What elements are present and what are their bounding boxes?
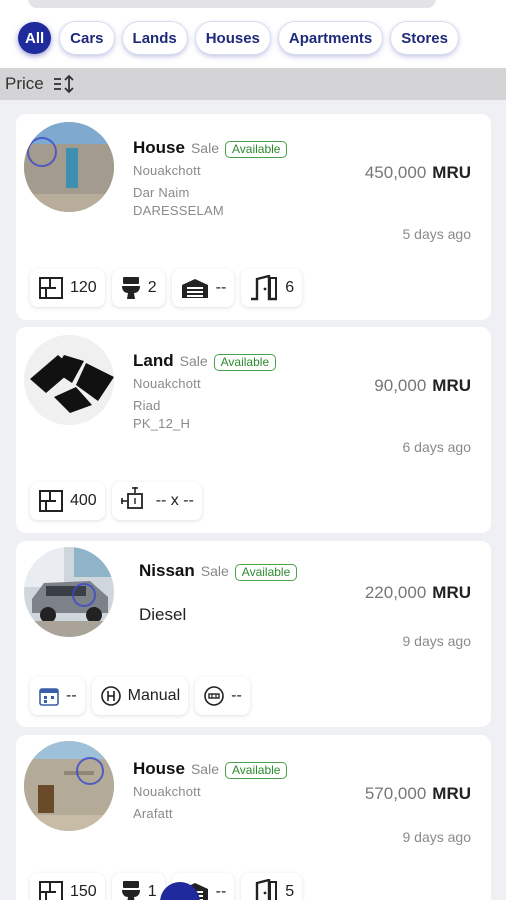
listing-area: DARESSELAM — [133, 203, 224, 218]
price-currency: MRU — [432, 583, 471, 602]
toilet-icon — [120, 276, 142, 300]
status-badge: Available — [225, 141, 288, 158]
listing-price: 220,000 MRU — [365, 583, 471, 603]
listing-card[interactable]: House Sale Available Nouakchott Arafatt … — [16, 735, 491, 900]
feature-value: 1 — [147, 883, 157, 900]
feature-value: 6 — [285, 279, 295, 296]
door-icon — [249, 879, 279, 900]
listing-photo — [24, 122, 114, 212]
listing-photo — [24, 547, 114, 637]
feature-row: -- Manual -- — [30, 677, 250, 715]
filter-chip-apartments[interactable]: Apartments — [278, 22, 383, 54]
feature-row: 120 2 -- 6 — [30, 269, 303, 307]
feature-toilets: 1 — [111, 873, 165, 900]
listing-photo — [24, 741, 114, 831]
dimensions-icon — [120, 486, 150, 516]
price-amount: 570,000 — [364, 784, 427, 803]
feature-rooms: 5 — [241, 873, 303, 900]
floor-plan-icon — [38, 276, 64, 300]
listing-deal-type: Sale — [179, 353, 208, 369]
listing-price: 90,000 MRU — [374, 376, 471, 396]
listing-deal-type: Sale — [190, 761, 219, 777]
listing-photo — [24, 335, 114, 425]
price-currency: MRU — [432, 784, 471, 803]
status-badge: Available — [213, 354, 277, 371]
sort-icon[interactable] — [52, 74, 76, 94]
feature-rooms: 6 — [241, 269, 303, 307]
filter-chip-stores[interactable]: Stores — [391, 22, 458, 54]
status-badge: Available — [225, 762, 288, 779]
feature-year: -- — [30, 677, 85, 715]
feature-area: 400 — [30, 482, 105, 520]
listing-deal-type: Sale — [190, 140, 219, 156]
feature-value: -- — [231, 687, 242, 704]
floor-plan-icon — [38, 489, 64, 513]
feature-dimensions: -- x -- — [111, 482, 202, 520]
feature-mileage: -- — [195, 677, 250, 715]
price-currency: MRU — [432, 376, 471, 395]
listing-district: Dar Naim — [133, 185, 190, 200]
fuel-type: Diesel — [139, 605, 187, 624]
calendar-icon — [38, 685, 60, 707]
posted-time: 9 days ago — [402, 829, 472, 845]
feature-value: 5 — [285, 883, 295, 900]
listing-price: 570,000 MRU — [365, 784, 471, 804]
status-badge: Available — [234, 564, 298, 581]
top-bar: All Cars Lands Houses Apartments Stores — [0, 0, 506, 68]
listing-district: Riad — [133, 398, 161, 413]
price-amount: 450,000 — [364, 163, 427, 182]
posted-time: 5 days ago — [402, 226, 472, 242]
feature-value: 400 — [70, 492, 97, 509]
listing-area: PK_12_H — [133, 416, 191, 431]
feature-value: 120 — [70, 279, 97, 296]
listing-card[interactable]: Nissan Sale Available Diesel 220,000 MRU … — [16, 541, 491, 727]
sort-bar[interactable]: Price — [0, 68, 506, 100]
door-icon — [249, 275, 279, 301]
feature-value: -- — [66, 687, 77, 704]
filter-chip-cars[interactable]: Cars — [60, 22, 114, 54]
feature-value: -- — [215, 883, 227, 900]
garage-icon — [180, 277, 210, 299]
feature-garage: -- — [171, 269, 235, 307]
feature-value: 150 — [70, 883, 97, 900]
price-currency: MRU — [432, 163, 471, 182]
listing-title: House — [133, 138, 185, 157]
odometer-icon — [203, 685, 225, 707]
listing-card[interactable]: Land Sale Available Nouakchott Riad PK_1… — [16, 327, 491, 533]
filter-chip-houses[interactable]: Houses — [195, 22, 270, 54]
listing-deal-type: Sale — [200, 563, 229, 579]
listing-city: Nouakchott — [133, 376, 201, 391]
feature-area: 120 — [30, 269, 105, 307]
feature-value: -- — [215, 279, 227, 296]
feature-value: -- x -- — [155, 492, 194, 509]
listing-city: Nouakchott — [133, 163, 201, 178]
feature-toilets: 2 — [111, 269, 165, 307]
feature-area: 150 — [30, 873, 105, 900]
sort-label: Price — [5, 74, 44, 93]
filter-chip-all[interactable]: All — [18, 22, 52, 54]
listing-city: Nouakchott — [133, 784, 201, 799]
category-filters: All Cars Lands Houses Apartments Stores — [18, 22, 458, 54]
price-amount: 90,000 — [374, 376, 427, 395]
feature-row: 400 -- x -- — [30, 482, 202, 520]
feature-value: Manual — [127, 687, 181, 704]
search-bar[interactable] — [28, 0, 436, 8]
toilet-icon — [120, 880, 142, 900]
posted-time: 9 days ago — [402, 633, 472, 649]
listing-district: Arafatt — [133, 806, 173, 821]
listing-card[interactable]: House Sale Available Nouakchott Dar Naim… — [16, 114, 491, 320]
price-amount: 220,000 — [364, 583, 427, 602]
gearbox-icon — [100, 685, 122, 707]
listing-title: House — [133, 759, 185, 778]
listing-price: 450,000 MRU — [365, 163, 471, 183]
feature-transmission: Manual — [91, 677, 189, 715]
listing-title: Land — [133, 351, 174, 370]
floor-plan-icon — [38, 880, 64, 900]
posted-time: 6 days ago — [402, 439, 472, 455]
filter-chip-lands[interactable]: Lands — [122, 22, 187, 54]
feature-value: 2 — [147, 279, 157, 296]
listing-title: Nissan — [139, 561, 195, 580]
